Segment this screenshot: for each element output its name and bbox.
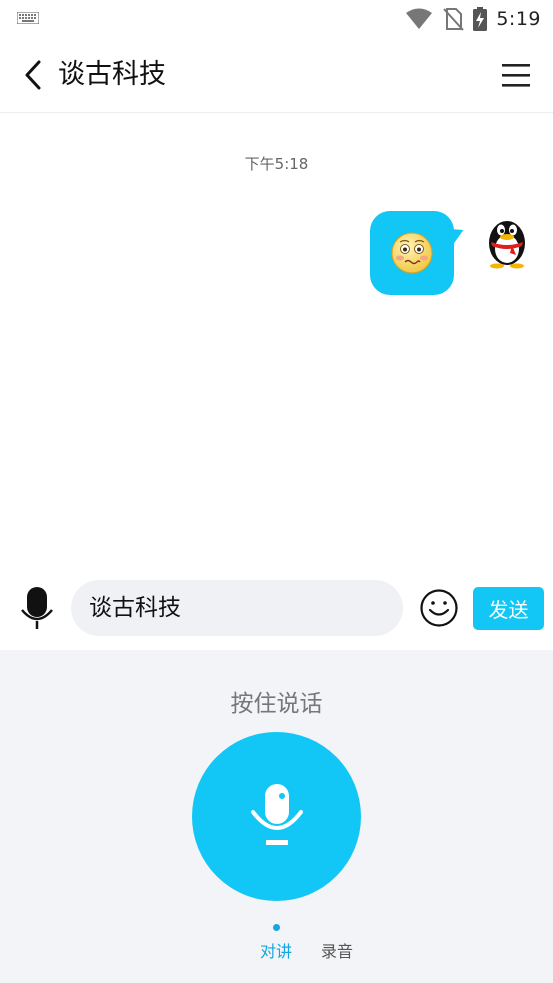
battery-charging-icon [473,7,488,31]
status-icons: 5:19 [405,5,541,33]
avatar[interactable] [482,213,532,269]
back-button[interactable] [18,58,48,92]
message-input[interactable] [71,580,403,636]
voice-panel: 按住说话 对讲 录音 [0,650,553,983]
voice-input-icon[interactable] [20,586,54,630]
no-sim-icon [443,8,465,31]
tab-record[interactable]: 录音 [321,938,353,962]
wifi-icon [406,8,433,29]
microphone-icon [250,783,303,845]
keyboard-icon [17,12,39,24]
status-bar: 5:19 [0,0,553,38]
chat-area[interactable]: 下午5:18 [0,113,553,568]
emoji-icon[interactable] [419,588,459,628]
page-title: 谈古科技 [58,59,166,90]
hold-to-talk-button[interactable] [192,732,361,901]
menu-icon[interactable] [499,60,533,90]
hold-to-talk-label: 按住说话 [230,691,323,717]
embarrassed-emoji-icon [391,232,433,274]
message-timestamp: 下午5:18 [244,155,309,173]
status-time: 5:19 [496,8,541,30]
title-bar: 谈古科技 [0,38,553,113]
chevron-left-icon [25,60,41,90]
send-button[interactable]: 发送 [473,587,544,630]
active-tab-indicator [273,924,280,931]
message-bubble[interactable] [370,211,467,295]
input-bar: 发送 [0,568,553,650]
tab-intercom[interactable]: 对讲 [260,938,292,962]
bubble-tail [447,222,467,244]
